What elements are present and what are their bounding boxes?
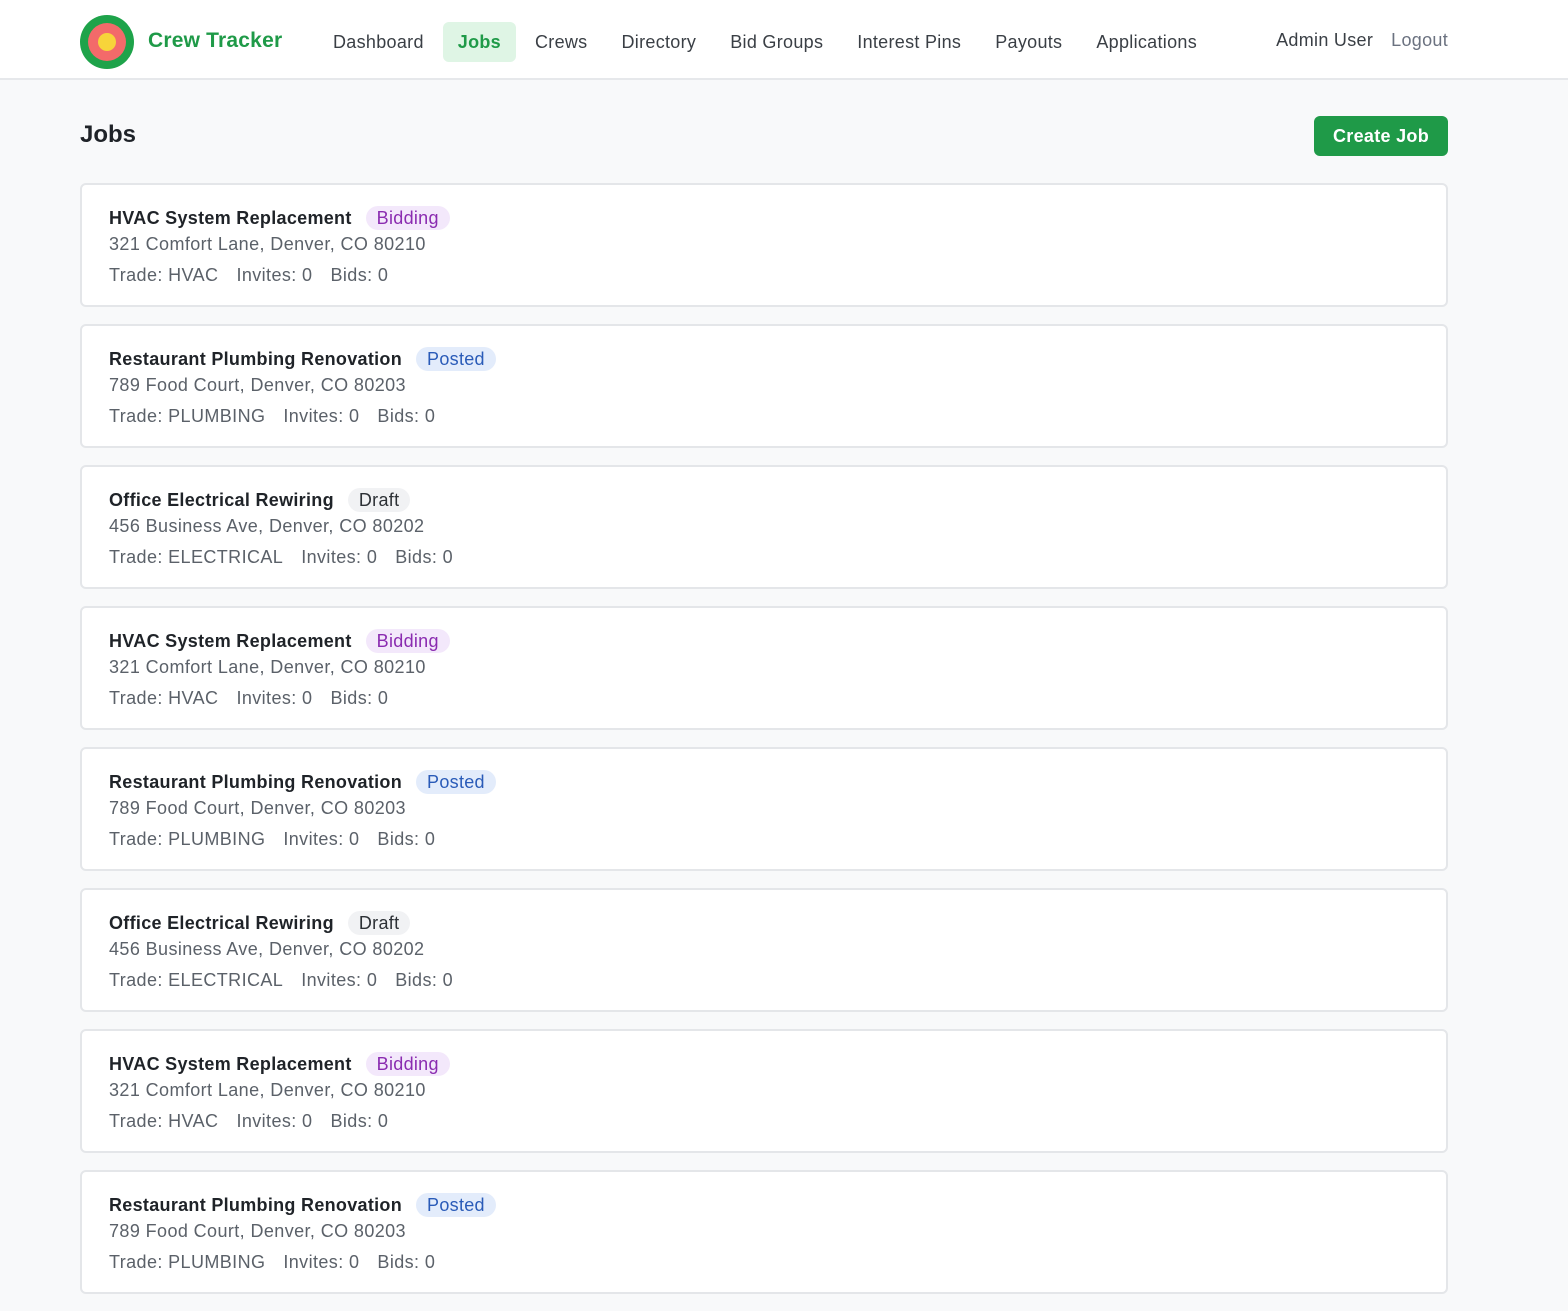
nav-item-dashboard[interactable]: Dashboard — [318, 22, 439, 62]
crew-tracker-logo-icon[interactable] — [80, 15, 134, 69]
job-address: 789 Food Court, Denver, CO 80203 — [109, 1221, 406, 1241]
job-bids: Bids: 0 — [377, 406, 436, 426]
status-badge: Posted — [416, 1193, 496, 1217]
create-job-button[interactable]: Create Job — [1314, 116, 1448, 156]
job-address: 789 Food Court, Denver, CO 80203 — [109, 798, 406, 818]
job-bids: Bids: 0 — [330, 1111, 389, 1131]
job-card[interactable]: HVAC System Replacement Bidding 321 Comf… — [80, 1029, 1448, 1153]
job-card[interactable]: Office Electrical Rewiring Draft 456 Bus… — [80, 465, 1448, 589]
job-card[interactable]: Restaurant Plumbing Renovation Posted 78… — [80, 1170, 1448, 1294]
job-trade: Trade: PLUMBING — [109, 829, 266, 849]
job-trade: Trade: ELECTRICAL — [109, 547, 284, 567]
status-badge: Draft — [347, 488, 411, 512]
job-trade: Trade: HVAC — [109, 1111, 219, 1131]
job-title: Office Electrical Rewiring — [109, 489, 334, 510]
job-trade: Trade: PLUMBING — [109, 406, 266, 426]
job-card[interactable]: Office Electrical Rewiring Draft 456 Bus… — [80, 888, 1448, 1012]
job-invites: Invites: 0 — [301, 970, 378, 990]
job-trade: Trade: HVAC — [109, 265, 219, 285]
job-address: 321 Comfort Lane, Denver, CO 80210 — [109, 1080, 426, 1100]
job-bids: Bids: 0 — [377, 829, 436, 849]
nav-item-applications[interactable]: Applications — [1081, 22, 1212, 62]
job-invites: Invites: 0 — [236, 1111, 313, 1131]
job-address: 456 Business Ave, Denver, CO 80202 — [109, 939, 425, 959]
job-address: 321 Comfort Lane, Denver, CO 80210 — [109, 234, 426, 254]
job-list: HVAC System Replacement Bidding 321 Comf… — [80, 183, 1448, 1311]
job-trade: Trade: ELECTRICAL — [109, 970, 284, 990]
job-invites: Invites: 0 — [301, 547, 378, 567]
job-title: Restaurant Plumbing Renovation — [109, 348, 403, 369]
job-card[interactable]: Restaurant Plumbing Renovation Posted 78… — [80, 747, 1448, 871]
job-invites: Invites: 0 — [283, 829, 360, 849]
job-invites: Invites: 0 — [236, 265, 313, 285]
job-trade: Trade: PLUMBING — [109, 1252, 266, 1272]
job-card[interactable]: Restaurant Plumbing Renovation Posted 78… — [80, 324, 1448, 448]
job-address: 321 Comfort Lane, Denver, CO 80210 — [109, 657, 426, 677]
status-badge: Bidding — [365, 206, 450, 230]
job-title: Restaurant Plumbing Renovation — [109, 771, 403, 792]
brand-name[interactable]: Crew Tracker — [148, 29, 282, 53]
job-title: HVAC System Replacement — [109, 207, 352, 228]
logout-link[interactable]: Logout — [1391, 30, 1448, 51]
status-badge: Posted — [416, 770, 496, 794]
status-badge: Posted — [416, 347, 496, 371]
job-title: Office Electrical Rewiring — [109, 912, 334, 933]
job-title: HVAC System Replacement — [109, 1053, 352, 1074]
job-card[interactable]: HVAC System Replacement Bidding 321 Comf… — [80, 183, 1448, 307]
job-title: HVAC System Replacement — [109, 630, 352, 651]
job-bids: Bids: 0 — [330, 265, 389, 285]
job-invites: Invites: 0 — [236, 688, 313, 708]
job-bids: Bids: 0 — [377, 1252, 436, 1272]
nav-item-interest-pins[interactable]: Interest Pins — [842, 22, 976, 62]
job-address: 789 Food Court, Denver, CO 80203 — [109, 375, 406, 395]
nav-item-jobs[interactable]: Jobs — [442, 22, 516, 62]
nav-item-crews[interactable]: Crews — [520, 22, 603, 62]
main-nav: Dashboard Jobs Crews Directory Bid Group… — [318, 22, 1212, 62]
page-title: Jobs — [80, 121, 137, 148]
nav-item-directory[interactable]: Directory — [607, 22, 712, 62]
job-trade: Trade: HVAC — [109, 688, 219, 708]
job-title: Restaurant Plumbing Renovation — [109, 1194, 403, 1215]
nav-item-bid-groups[interactable]: Bid Groups — [715, 22, 838, 62]
job-address: 456 Business Ave, Denver, CO 80202 — [109, 516, 425, 536]
status-badge: Bidding — [365, 1052, 450, 1076]
job-invites: Invites: 0 — [283, 1252, 360, 1272]
top-navigation-bar: Crew Tracker Dashboard Jobs Crews Direct… — [0, 0, 1568, 80]
user-name[interactable]: Admin User — [1276, 30, 1373, 51]
job-bids: Bids: 0 — [395, 547, 454, 567]
status-badge: Draft — [347, 911, 411, 935]
status-badge: Bidding — [365, 629, 450, 653]
job-card[interactable]: HVAC System Replacement Bidding 321 Comf… — [80, 606, 1448, 730]
job-bids: Bids: 0 — [395, 970, 454, 990]
nav-item-payouts[interactable]: Payouts — [980, 22, 1077, 62]
user-area: Admin User Logout — [1276, 30, 1448, 51]
job-invites: Invites: 0 — [283, 406, 360, 426]
job-bids: Bids: 0 — [330, 688, 389, 708]
